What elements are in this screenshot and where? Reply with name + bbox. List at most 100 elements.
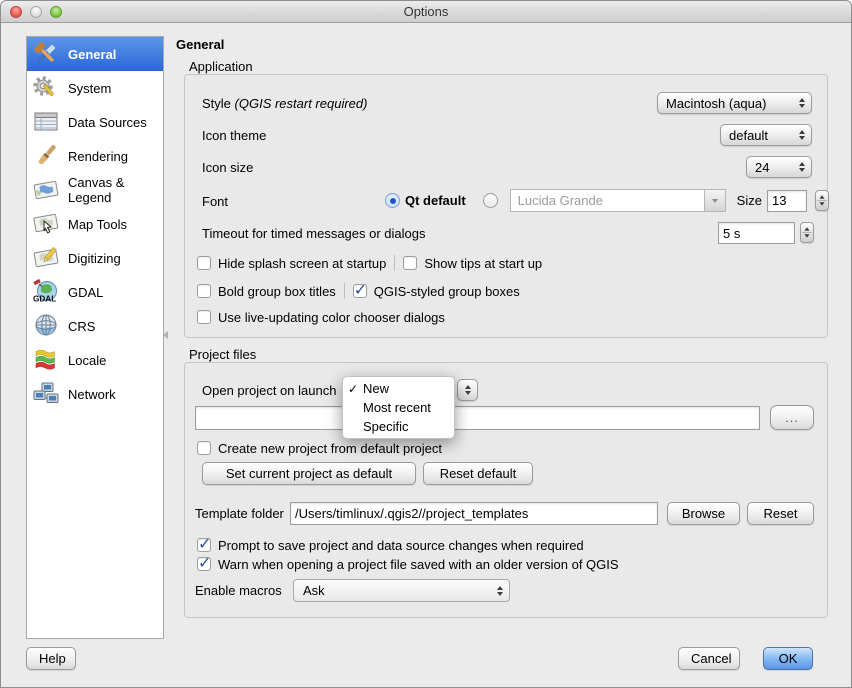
application-group-label: Application — [189, 59, 253, 74]
icon-size-combo[interactable]: 24 — [746, 156, 812, 178]
updown-arrows-icon — [799, 130, 805, 140]
hide-splash-label: Hide splash screen at startup — [218, 256, 386, 271]
show-tips-checkbox-row: Show tips at start up — [403, 256, 542, 271]
prompt-save-row: Prompt to save project and data source c… — [197, 537, 584, 553]
updown-arrows-icon — [465, 385, 471, 395]
open-project-combo[interactable] — [457, 379, 478, 401]
sidebar-item-crs[interactable]: CRS — [27, 309, 163, 343]
flags-icon — [30, 345, 62, 375]
style-combo-value: Macintosh (aqua) — [666, 96, 793, 111]
open-project-row: Open project on launch — [202, 379, 336, 401]
sidebar-item-label: Data Sources — [68, 115, 163, 130]
icon-size-combo-value: 24 — [755, 160, 793, 175]
warn-old-checkbox[interactable] — [197, 557, 211, 571]
custom-font-radio[interactable] — [483, 193, 498, 208]
qgis-styled-label: QGIS-styled group boxes — [374, 284, 520, 299]
close-button[interactable] — [10, 6, 22, 18]
template-reset-button[interactable]: Reset — [747, 502, 814, 525]
menu-item-label: Most recent — [363, 400, 431, 415]
zoom-button[interactable] — [50, 6, 62, 18]
icon-size-label: Icon size — [202, 160, 253, 175]
sidebar-item-map-tools[interactable]: Map Tools — [27, 207, 163, 241]
sidebar-item-label: GDAL — [68, 285, 163, 300]
qgis-styled-checkbox[interactable] — [353, 284, 367, 298]
updown-arrows-icon — [799, 98, 805, 108]
svg-text:GDAL: GDAL — [33, 295, 56, 304]
sidebar-item-digitizing[interactable]: Digitizing — [27, 241, 163, 275]
divider — [344, 283, 345, 299]
font-size-stepper[interactable] — [815, 190, 829, 211]
sidebar-item-gdal[interactable]: GDAL GDAL — [27, 275, 163, 309]
hide-splash-checkbox-row: Hide splash screen at startup — [197, 256, 386, 271]
font-family-combo[interactable]: Lucida Grande — [510, 189, 726, 212]
cancel-button[interactable]: Cancel — [678, 647, 740, 670]
icon-theme-label: Icon theme — [202, 128, 266, 143]
updown-arrows-icon — [497, 586, 503, 596]
template-folder-row: Template folder — [195, 502, 284, 525]
icon-theme-combo[interactable]: default — [720, 124, 812, 146]
template-folder-label: Template folder — [195, 506, 284, 521]
paintbrush-icon — [30, 141, 62, 171]
hide-splash-checkbox[interactable] — [197, 256, 211, 270]
sidebar-item-label: Map Tools — [68, 217, 163, 232]
bold-titles-checkbox[interactable] — [197, 284, 211, 298]
sidebar-item-locale[interactable]: Locale — [27, 343, 163, 377]
font-family-value: Lucida Grande — [511, 190, 704, 211]
prompt-save-checkbox[interactable] — [197, 538, 211, 552]
sidebar-item-general[interactable]: General — [27, 37, 163, 71]
icon-size-row: Icon size — [202, 156, 253, 178]
template-folder-input[interactable] — [290, 502, 658, 525]
titlebar[interactable]: Options — [1, 1, 851, 23]
set-default-button[interactable]: Set current project as default — [202, 462, 416, 485]
ok-button[interactable]: OK — [763, 647, 813, 670]
application-groupbox: Style (QGIS restart required) Macintosh … — [184, 74, 828, 338]
style-combo[interactable]: Macintosh (aqua) — [657, 92, 812, 114]
gear-icon — [30, 73, 62, 103]
menu-item-new[interactable]: ✓ New — [343, 379, 454, 398]
enable-macros-row: Enable macros — [195, 579, 282, 602]
sidebar-item-canvas-legend[interactable]: Canvas & Legend — [27, 173, 163, 207]
sidebar-item-network[interactable]: Network — [27, 377, 163, 411]
computers-icon — [30, 379, 62, 409]
specific-project-path-input[interactable] — [195, 406, 760, 430]
font-size-label: Size — [737, 193, 762, 208]
map-cursor-icon — [30, 209, 62, 239]
browse-project-button[interactable]: ... — [770, 405, 814, 430]
template-browse-button[interactable]: Browse — [667, 502, 740, 525]
minimize-button[interactable] — [30, 6, 42, 18]
sidebar-item-rendering[interactable]: Rendering — [27, 139, 163, 173]
timeout-stepper[interactable] — [800, 222, 814, 243]
sidebar: General System D — [26, 36, 164, 639]
create-new-checkbox[interactable] — [197, 441, 211, 455]
live-color-row: Use live-updating color chooser dialogs — [197, 309, 445, 325]
show-tips-label: Show tips at start up — [424, 256, 542, 271]
enable-macros-combo[interactable]: Ask — [293, 579, 510, 602]
menu-item-label: Specific — [363, 419, 409, 434]
live-color-checkbox[interactable] — [197, 310, 211, 324]
show-tips-checkbox[interactable] — [403, 256, 417, 270]
menu-item-most-recent[interactable]: Most recent — [343, 398, 454, 417]
globe-grid-icon — [30, 311, 62, 341]
gdal-globe-icon: GDAL — [30, 277, 62, 307]
table-icon — [30, 107, 62, 137]
style-row: Style (QGIS restart required) — [202, 92, 367, 114]
prompt-save-label: Prompt to save project and data source c… — [218, 538, 584, 553]
chevron-down-icon — [704, 190, 725, 211]
reset-default-button[interactable]: Reset default — [423, 462, 533, 485]
font-label: Font — [202, 194, 228, 209]
enable-macros-value: Ask — [303, 583, 491, 598]
live-color-checkbox-row: Use live-updating color chooser dialogs — [197, 310, 445, 325]
font-size-input[interactable] — [767, 190, 807, 212]
live-color-label: Use live-updating color chooser dialogs — [218, 310, 445, 325]
splitter-collapse-icon[interactable] — [163, 331, 168, 339]
warn-old-row: Warn when opening a project file saved w… — [197, 556, 619, 572]
sidebar-item-label: Canvas & Legend — [68, 175, 163, 205]
help-button[interactable]: Help — [26, 647, 76, 670]
menu-item-specific[interactable]: Specific — [343, 417, 454, 436]
sidebar-item-system[interactable]: System — [27, 71, 163, 105]
traffic-lights — [10, 6, 62, 18]
sidebar-item-label: General — [68, 47, 163, 62]
sidebar-item-data-sources[interactable]: Data Sources — [27, 105, 163, 139]
timeout-input[interactable] — [718, 222, 795, 244]
qt-default-radio[interactable] — [385, 193, 400, 208]
